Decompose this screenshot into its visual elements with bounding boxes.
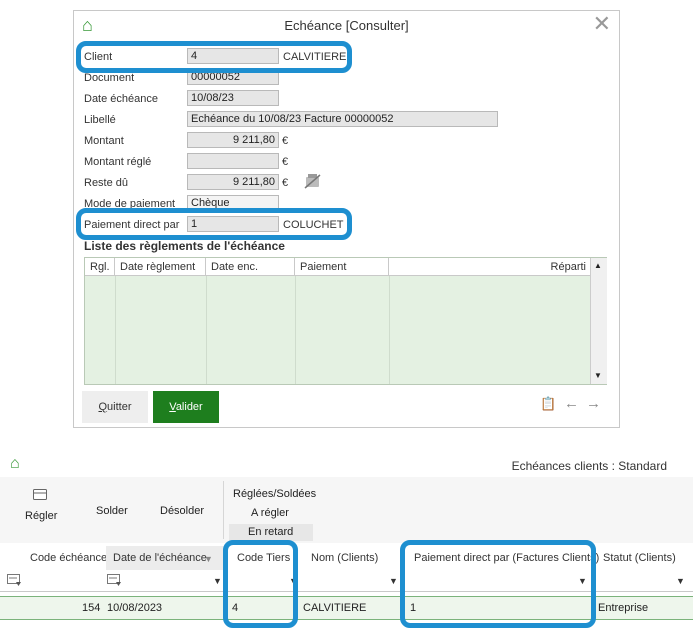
date-echeance-field[interactable]: 10/08/23	[187, 90, 279, 106]
list-title: Echéances clients : Standard	[511, 459, 667, 473]
document-label: Document	[84, 72, 135, 84]
desolder-button[interactable]: Désolder	[160, 505, 204, 517]
reglements-grid: Rgl. Date règlement Date enc. Paiement R…	[84, 257, 607, 385]
dropdown-icon[interactable]: ▼	[213, 576, 222, 586]
filter-a-regler[interactable]: A régler	[251, 507, 289, 519]
dropdown-icon[interactable]: ▼	[676, 576, 685, 586]
montant-field[interactable]: 9 211,80	[187, 132, 279, 148]
sort-icon[interactable]: ▼	[204, 554, 213, 564]
echeance-dialog: ⌂ Echéance [Consulter] ✕ Client 4 CALVIT…	[73, 10, 620, 428]
reglements-title: Liste des règlements de l'échéance	[84, 239, 285, 253]
libelle-field[interactable]: Echéance du 10/08/23 Facture 00000052	[187, 111, 498, 127]
montant-label: Montant	[84, 135, 124, 147]
filter-icon[interactable]	[7, 574, 22, 587]
grid-divider	[295, 276, 296, 384]
col-code-echeance[interactable]: Code échéance	[30, 548, 107, 568]
dropdown-icon[interactable]: ▼	[389, 576, 398, 586]
grid-divider	[389, 276, 390, 384]
reste-du-unit: €	[282, 177, 289, 189]
cell-code-echeance: 154	[82, 602, 101, 614]
montant-regle-field[interactable]	[187, 153, 279, 169]
col-statut-clients[interactable]: Statut (Clients)	[603, 548, 676, 568]
code-tiers-highlight	[223, 540, 298, 628]
close-icon[interactable]: ✕	[593, 11, 611, 37]
col-date-echeance[interactable]: Date de l'échéance	[113, 548, 207, 568]
filter-en-retard[interactable]: En retard	[248, 526, 293, 538]
montant-unit: €	[282, 135, 289, 147]
grid-scrollbar[interactable]: ▲ ▼	[590, 258, 607, 384]
solder-button[interactable]: Solder	[96, 505, 128, 517]
filter-icon[interactable]	[107, 574, 122, 587]
montant-regle-label: Montant réglé	[84, 156, 152, 168]
quitter-button[interactable]: Quitter	[82, 391, 148, 423]
next-arrow-icon[interactable]: →	[586, 395, 601, 412]
prev-arrow-icon[interactable]: ←	[564, 395, 579, 412]
toolbar: Régler Solder Désolder Réglées/Soldées A…	[0, 477, 693, 543]
montant-regle-unit: €	[282, 156, 289, 168]
list-home-icon[interactable]: ⌂	[10, 455, 20, 473]
grid-divider	[115, 276, 116, 384]
libelle-label: Libellé	[84, 114, 116, 126]
col-nom-clients[interactable]: Nom (Clients)	[311, 548, 378, 568]
reste-du-label: Reste dû	[84, 177, 129, 189]
filter-reglees-soldees[interactable]: Réglées/Soldées	[233, 488, 316, 500]
date-echeance-label: Date échéance	[84, 93, 158, 105]
calculator-icon[interactable]	[303, 172, 323, 190]
cell-statut: Entreprise	[598, 602, 649, 614]
grid-header-date-reglement[interactable]: Date règlement	[115, 258, 206, 276]
scroll-down-icon[interactable]: ▼	[594, 371, 602, 380]
client-highlight	[76, 41, 352, 73]
clipboard-icon[interactable]: 📋	[540, 396, 556, 412]
grid-header-rgl[interactable]: Rgl.	[85, 258, 115, 276]
cell-nom: CALVITIERE	[303, 602, 367, 614]
scroll-up-icon[interactable]: ▲	[594, 261, 602, 270]
grid-header-paiement[interactable]: Paiement	[295, 258, 389, 276]
regler-button[interactable]: Régler	[25, 510, 57, 522]
paiement-direct-column-highlight	[400, 540, 596, 628]
regler-icon	[33, 489, 47, 500]
toolbar-divider	[223, 481, 224, 539]
grid-header-reparti[interactable]: Réparti	[389, 258, 590, 276]
valider-button[interactable]: Valider	[153, 391, 219, 423]
reste-du-field[interactable]: 9 211,80	[187, 174, 279, 190]
grid-header-date-enc[interactable]: Date enc.	[206, 258, 295, 276]
cell-date: 10/08/2023	[107, 602, 163, 614]
dialog-title: Echéance [Consulter]	[284, 18, 409, 33]
grid-divider	[206, 276, 207, 384]
paiement-direct-highlight	[76, 208, 352, 240]
